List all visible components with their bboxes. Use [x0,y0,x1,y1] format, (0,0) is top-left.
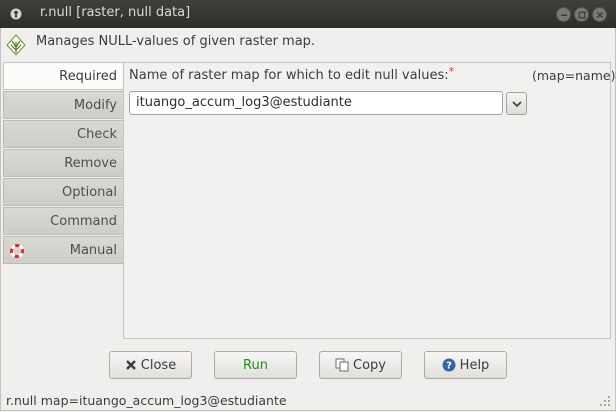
raster-map-input[interactable]: ituango_accum_log3@estudiante [129,91,503,115]
maximize-icon [578,11,585,18]
close-button-label: Close [140,357,177,373]
run-button[interactable]: Run [214,351,297,379]
grass-logo-icon [6,34,26,56]
tab-label: Required [59,69,117,84]
close-window-button[interactable] [592,7,607,22]
tab-command-output[interactable]: Command output [3,207,123,256]
module-description: Manages NULL-values of given raster map. [36,34,316,49]
map-field-label: Name of raster map for which to edit nul… [129,65,455,83]
required-marker: * [448,65,455,78]
window-title: r.null [raster, null data] [40,5,191,20]
lifebuoy-icon [10,244,24,258]
tab-label: Modify [73,98,117,113]
tab-label: Check [77,127,117,142]
tab-check[interactable]: Check [3,120,123,148]
close-button[interactable]: Close [109,351,192,379]
parameter-hint: (map=name) [532,68,616,83]
tab-list: Required Modify Check Remove Optional Co… [3,62,123,265]
tab-required[interactable]: Required [3,62,123,90]
minimize-button[interactable] [556,7,571,22]
minimize-icon [560,14,567,16]
copy-button[interactable]: Copy [319,351,402,379]
copy-icon [335,358,349,372]
close-icon [596,11,603,18]
status-bar-command: r.null map=ituango_accum_log3@estudiante [6,393,287,408]
tab-modify[interactable]: Modify [3,91,123,119]
tab-label: Manual [69,243,117,258]
resize-grip-icon[interactable] [598,394,612,408]
chevron-down-icon [511,100,522,107]
app-menu-icon[interactable] [10,8,22,20]
maximize-button[interactable] [574,7,589,22]
tab-remove[interactable]: Remove [3,149,123,177]
copy-button-label: Copy [353,357,386,373]
close-icon [125,360,136,370]
help-button[interactable]: ? Help [424,351,507,379]
help-icon: ? [442,358,456,372]
map-field-label-text: Name of raster map for which to edit nul… [129,68,449,83]
tab-manual[interactable]: Manual [3,236,123,264]
help-button-label: Help [459,357,490,373]
svg-text:?: ? [446,361,452,372]
raster-map-dropdown-button[interactable] [506,92,527,115]
run-button-label: Run [243,357,268,373]
tab-label: Remove [64,156,117,171]
tab-label: Optional [62,185,117,200]
title-bar: r.null [raster, null data] [0,0,616,28]
tab-optional[interactable]: Optional [3,178,123,206]
